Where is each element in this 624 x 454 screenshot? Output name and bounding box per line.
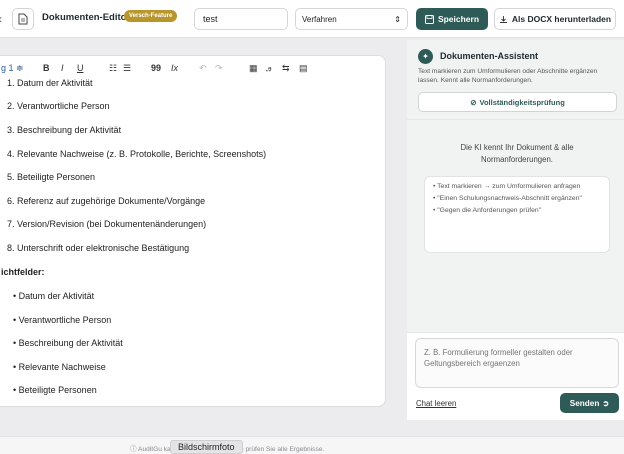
editor-content[interactable]: 1. Datum der Aktivität 2. Verantwortlich… bbox=[0, 56, 385, 406]
save-button[interactable]: Speichern bbox=[416, 8, 488, 30]
table-settings-icon[interactable]: ▤ bbox=[299, 62, 308, 74]
top-bar: ‹ Dokumenten-Editor Versch-Feature Verfa… bbox=[0, 0, 624, 38]
list-item: 7. Version/Revision (bei Dokumentenänder… bbox=[7, 219, 207, 229]
download-icon bbox=[499, 15, 507, 23]
list-item: 3. Beschreibung der Aktivität bbox=[7, 125, 122, 135]
ordered-list-icon[interactable]: ☷ bbox=[109, 62, 117, 74]
hint-box: • Text markieren → zum Umformulieren anf… bbox=[424, 176, 610, 253]
bullet-item: • Relevante Nachweise bbox=[13, 362, 106, 372]
assistant-description: Text markieren zum Umformulieren oder Ab… bbox=[418, 68, 598, 84]
bullet-item: • Datum der Aktivität bbox=[13, 291, 95, 301]
check-circle-icon: ⊘ bbox=[470, 97, 477, 107]
clear-chat-link[interactable]: Chat leeren bbox=[416, 399, 456, 408]
bullet-list-icon[interactable]: ☰ bbox=[123, 62, 131, 74]
footer: ⓘ AuditGu kann Fehler machen – bitte prü… bbox=[0, 436, 624, 454]
send-button[interactable]: Senden ➲ bbox=[560, 393, 619, 413]
save-label: Speichern bbox=[437, 14, 480, 24]
bullet-item: • Verantwortliche Person bbox=[13, 315, 112, 325]
list-item: 5. Beteiligte Personen bbox=[7, 172, 96, 182]
back-button[interactable]: ‹ bbox=[0, 9, 6, 29]
chat-input[interactable] bbox=[415, 338, 619, 388]
list-item: 6. Referenz auf zugehörige Dokumente/Vor… bbox=[7, 196, 206, 206]
save-icon bbox=[424, 14, 434, 24]
screenshot-tooltip: Bildschirmfoto bbox=[170, 440, 243, 454]
chat-area: Die KI kennt Ihr Dokument & alle Normanf… bbox=[407, 120, 624, 332]
hint-item: • "Gegen die Anforderungen prüfen" bbox=[433, 207, 542, 214]
completeness-check-label: Vollständigkeitsprüfung bbox=[479, 97, 565, 107]
italic-button[interactable]: I bbox=[61, 62, 64, 74]
hint-item: • Text markieren → zum Umformulieren anf… bbox=[433, 183, 581, 190]
sparkle-icon: ✦ bbox=[418, 49, 433, 64]
assistant-header: ✦ Dokumenten-Assistent Text markieren zu… bbox=[407, 40, 624, 120]
bullet-item: • Beteiligte Personen bbox=[13, 385, 97, 395]
ki-intro-text: Die KI kennt Ihr Dokument & alle Normanf… bbox=[460, 143, 574, 164]
document-title-input[interactable] bbox=[194, 8, 288, 30]
select-arrows-icon: ⇕ bbox=[394, 14, 401, 24]
procedure-select[interactable]: Verfahren ⇕ bbox=[295, 8, 408, 30]
completeness-check-button[interactable]: ⊘ Vollständigkeitsprüfung bbox=[418, 92, 617, 112]
table-icon[interactable]: ▦ bbox=[249, 62, 258, 74]
editor-toolbar: g 1 ≑ B I U ☷ ☰ 99 Ix ↶ ↷ ▦ ꭿ ⇆ ▤ bbox=[0, 56, 385, 77]
procedure-select-value: Verfahren bbox=[302, 14, 337, 24]
list-item: 8. Unterschrift oder elektronische Bestä… bbox=[7, 243, 190, 253]
clear-format-icon[interactable]: Ix bbox=[171, 62, 178, 74]
hint-item: • "Einen Schulungsnachweis-Abschnitt erg… bbox=[433, 195, 582, 202]
chat-input-area: Chat leeren Senden ➲ bbox=[407, 332, 624, 420]
heading-select[interactable]: g 1 ≑ bbox=[1, 62, 24, 74]
assistant-title: Dokumenten-Assistent bbox=[440, 51, 539, 61]
bold-button[interactable]: B bbox=[43, 62, 50, 74]
feature-badge: Versch-Feature bbox=[124, 10, 178, 22]
quote-icon[interactable]: 99 bbox=[151, 62, 161, 74]
download-docx-button[interactable]: Als DOCX herunterladen bbox=[494, 8, 616, 30]
swap-icon[interactable]: ⇆ bbox=[282, 62, 290, 74]
underline-button[interactable]: U bbox=[77, 62, 84, 74]
list-item: 2. Verantwortliche Person bbox=[7, 101, 110, 111]
undo-icon[interactable]: ↶ bbox=[199, 62, 207, 74]
list-item: 1. Datum der Aktivität bbox=[7, 78, 93, 88]
section-heading: ichtfelder: bbox=[1, 267, 45, 277]
send-label: Senden bbox=[569, 398, 600, 408]
list-item: 4. Relevante Nachweise (z. B. Protokolle… bbox=[7, 149, 267, 159]
document-icon[interactable] bbox=[12, 8, 34, 30]
send-icon: ➲ bbox=[602, 399, 610, 408]
bullet-item: • Beschreibung der Aktivität bbox=[13, 338, 123, 348]
document-editor[interactable]: 1. Datum der Aktivität 2. Verantwortlich… bbox=[0, 55, 386, 407]
redo-icon[interactable]: ↷ bbox=[215, 62, 223, 74]
assistant-panel: ✦ Dokumenten-Assistent Text markieren zu… bbox=[407, 40, 624, 420]
split-cell-icon[interactable]: ꭿ bbox=[266, 62, 271, 74]
download-docx-label: Als DOCX herunterladen bbox=[511, 14, 612, 24]
app-title: Dokumenten-Editor bbox=[42, 12, 131, 23]
